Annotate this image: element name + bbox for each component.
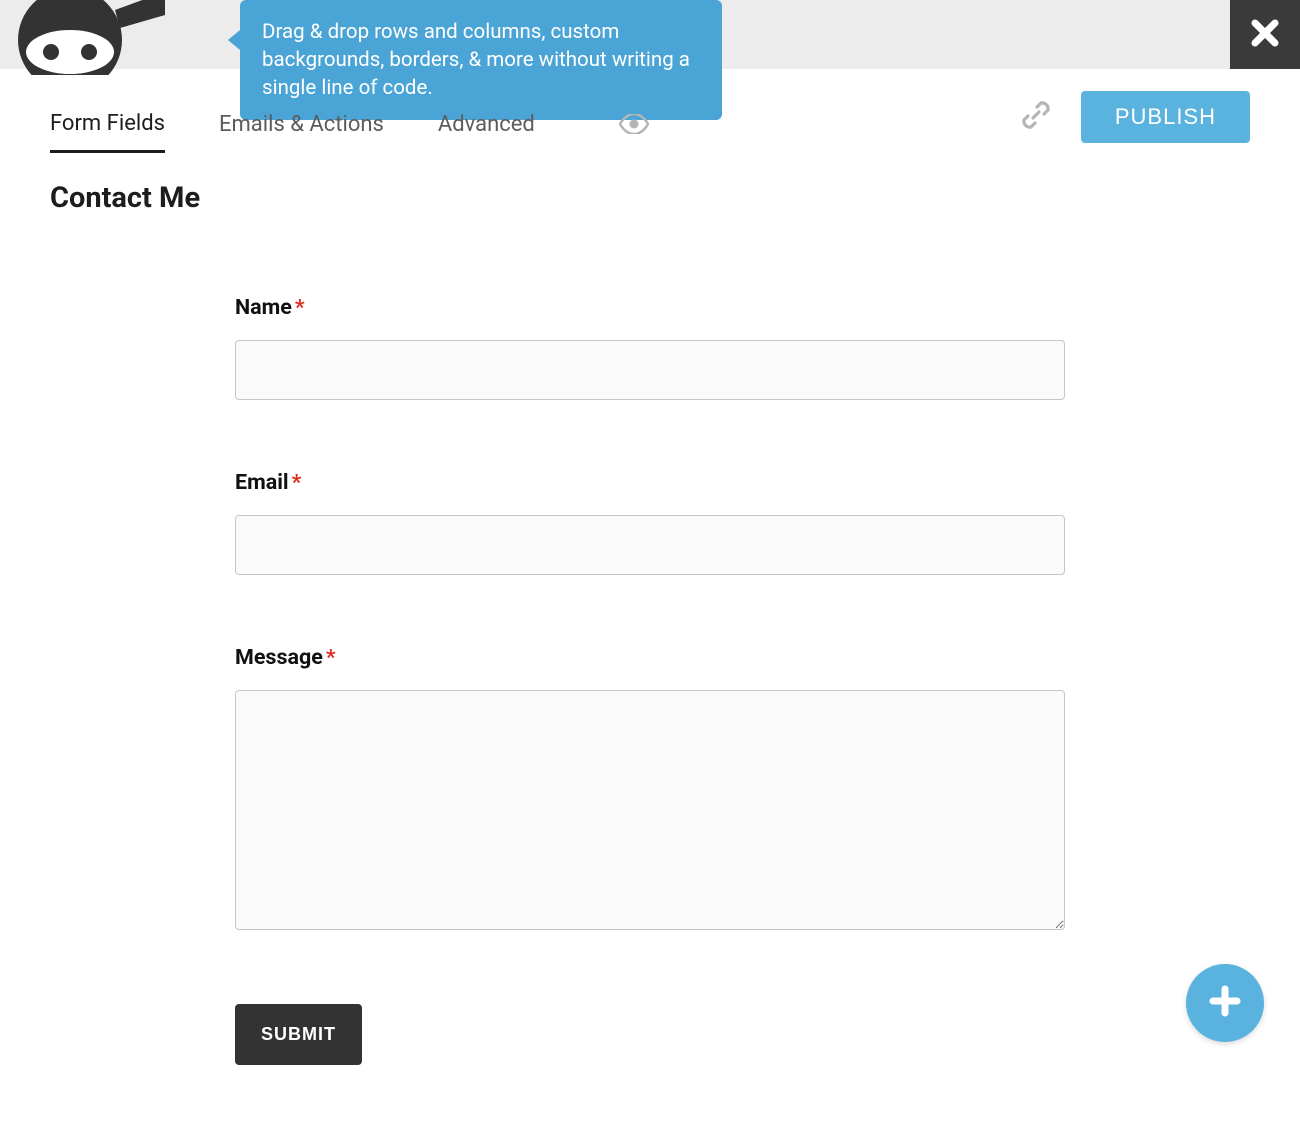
link-icon[interactable]: [1019, 98, 1053, 136]
email-input[interactable]: [235, 515, 1065, 575]
close-button[interactable]: [1230, 0, 1300, 69]
tab-emails-actions[interactable]: Emails & Actions: [219, 112, 384, 151]
field-block-name[interactable]: Name*: [235, 295, 1065, 400]
publish-button[interactable]: PUBLISH: [1081, 91, 1250, 143]
name-label-text: Name: [235, 295, 292, 320]
tab-form-fields[interactable]: Form Fields: [50, 111, 165, 153]
message-label-text: Message: [235, 645, 323, 670]
field-block-email[interactable]: Email*: [235, 470, 1065, 575]
add-field-fab[interactable]: [1186, 964, 1264, 1042]
ninja-logo: [15, 0, 165, 75]
close-icon: [1250, 18, 1280, 52]
message-label: Message*: [235, 645, 1065, 670]
tab-advanced[interactable]: Advanced: [438, 112, 535, 151]
name-input[interactable]: [235, 340, 1065, 400]
required-asterisk: *: [326, 645, 336, 670]
tabs-right-controls: PUBLISH: [1019, 91, 1250, 143]
required-asterisk: *: [295, 295, 305, 320]
field-block-message[interactable]: Message*: [235, 645, 1065, 934]
tabs-row: Form Fields Emails & Actions Advanced PU…: [0, 69, 1300, 159]
required-asterisk: *: [292, 470, 302, 495]
email-label-text: Email: [235, 470, 289, 495]
plus-icon: [1208, 984, 1242, 1022]
message-textarea[interactable]: [235, 690, 1065, 930]
top-header-bar: Drag & drop rows and columns, custom bac…: [0, 0, 1300, 69]
form-canvas: Name* Email* Message* SUBMIT: [235, 215, 1065, 1065]
name-label: Name*: [235, 295, 1065, 320]
preview-eye-icon[interactable]: [619, 114, 649, 150]
email-label: Email*: [235, 470, 1065, 495]
submit-button[interactable]: SUBMIT: [235, 1004, 362, 1065]
form-title: Contact Me: [0, 159, 1300, 215]
